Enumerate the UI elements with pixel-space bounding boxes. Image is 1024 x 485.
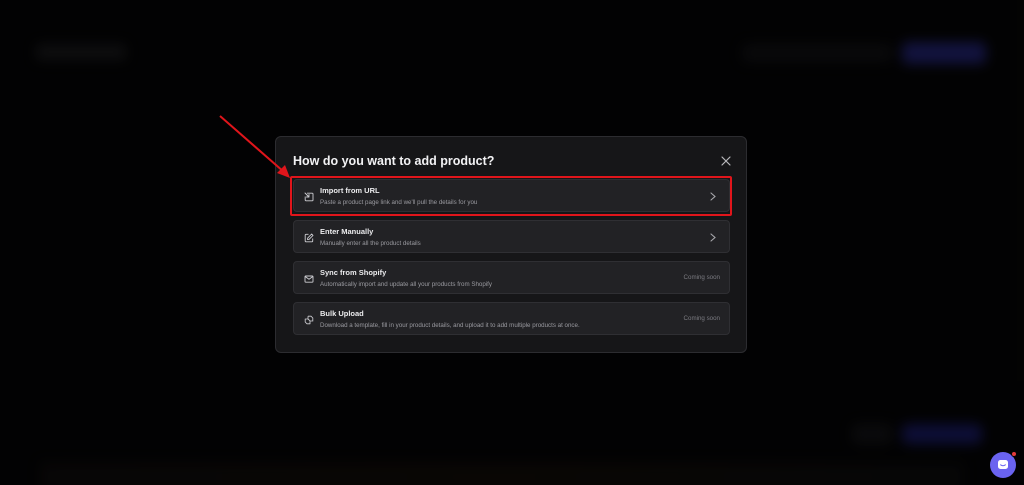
option-description: Automatically import and update all your…: [320, 281, 492, 288]
close-icon: [721, 156, 731, 166]
chat-support-button[interactable]: [990, 451, 1017, 478]
option-title: Import from URL: [320, 186, 380, 195]
close-button[interactable]: [719, 154, 733, 168]
chat-icon: [998, 460, 1008, 469]
mail-icon: [303, 273, 314, 284]
edit-icon: [303, 232, 314, 243]
option-import-from-url[interactable]: Import from URL Paste a product page lin…: [293, 179, 730, 212]
add-product-modal: How do you want to add product? Import f…: [275, 136, 747, 353]
option-title: Enter Manually: [320, 227, 374, 236]
option-description: Paste a product page link and we'll pull…: [320, 199, 478, 206]
option-description: Manually enter all the product details: [320, 240, 421, 247]
coming-soon-label: Coming soon: [683, 315, 720, 322]
chevron-right-icon: [708, 232, 718, 242]
option-enter-manually[interactable]: Enter Manually Manually enter all the pr…: [293, 220, 730, 253]
option-sync-from-shopify[interactable]: Sync from Shopify Automatically import a…: [293, 261, 730, 294]
import-icon: [303, 191, 314, 202]
modal-title: How do you want to add product?: [293, 154, 495, 168]
option-title: Bulk Upload: [320, 309, 364, 318]
option-description: Download a template, fill in your produc…: [320, 322, 580, 329]
coming-soon-label: Coming soon: [683, 274, 720, 281]
option-title: Sync from Shopify: [320, 268, 387, 277]
boxes-icon: [303, 314, 314, 325]
notification-dot: [1011, 451, 1017, 457]
option-bulk-upload[interactable]: Bulk Upload Download a template, fill in…: [293, 302, 730, 335]
chevron-right-icon: [708, 191, 718, 201]
